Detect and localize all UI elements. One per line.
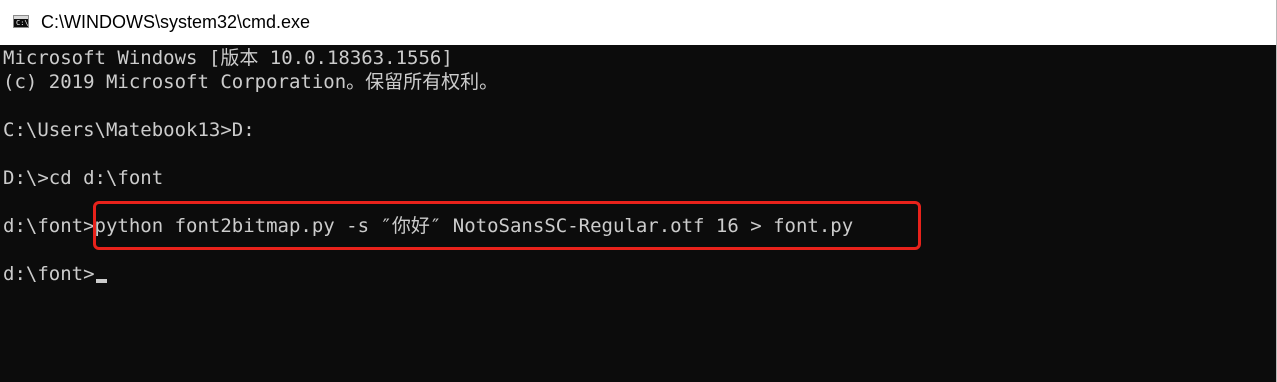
console-line-cd: D:\>cd d:\font <box>3 167 164 189</box>
console-line-copyright: (c) 2019 Microsoft Corporation。保留所有权利。 <box>3 71 499 93</box>
console-line-version: Microsoft Windows [版本 10.0.18363.1556] <box>3 47 453 69</box>
cmd-console-icon[interactable]: C:\ <box>13 15 29 28</box>
console-line-prompt[interactable]: d:\font> <box>3 262 107 286</box>
text-cursor <box>95 279 107 283</box>
console-line-drive-change: C:\Users\Matebook13>D: <box>3 119 255 141</box>
title-bar[interactable]: C:\ C:\WINDOWS\system32\cmd.exe <box>0 0 1276 45</box>
console-area[interactable]: Microsoft Windows [版本 10.0.18363.1556] (… <box>0 45 1276 382</box>
icon-prompt-text: C:\ <box>16 19 29 27</box>
command-highlight-box <box>93 201 921 250</box>
window-title: C:\WINDOWS\system32\cmd.exe <box>41 12 311 32</box>
prompt-text: d:\font> <box>3 263 95 285</box>
cmd-window: C:\ C:\WINDOWS\system32\cmd.exe Microsof… <box>0 0 1277 382</box>
